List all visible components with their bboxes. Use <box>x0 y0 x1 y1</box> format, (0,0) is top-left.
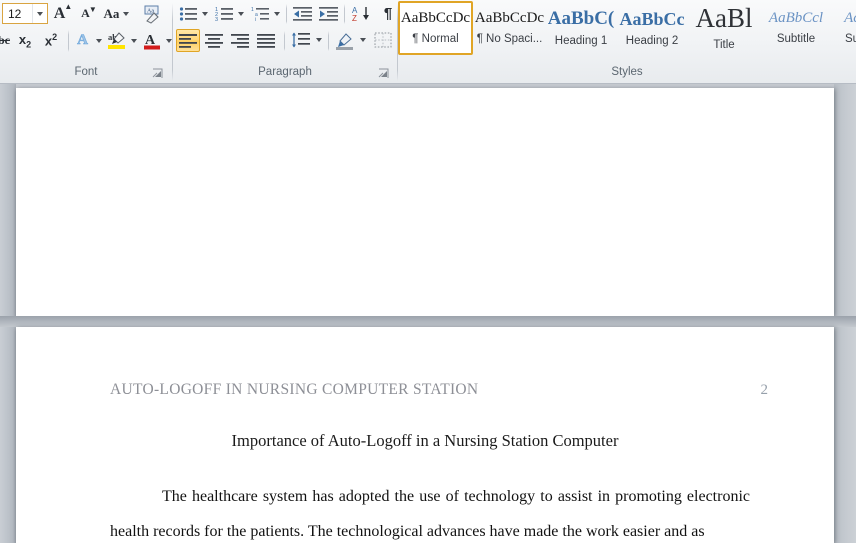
text-effects-chevron-down-icon[interactable] <box>93 32 104 49</box>
borders-icon[interactable] <box>371 29 395 52</box>
style-item[interactable]: AaBbCcDc ¶ No Spaci... <box>473 1 546 55</box>
style-item[interactable]: AaBbCcl Subtitle <box>760 1 832 55</box>
shading-icon[interactable] <box>333 29 357 52</box>
align-center-icon[interactable] <box>202 29 226 52</box>
decrease-indent-icon[interactable] <box>291 3 315 24</box>
justify-icon[interactable] <box>254 29 278 52</box>
canvas-right-gutter <box>834 84 856 543</box>
grow-font-icon[interactable]: A ▲ <box>48 2 73 25</box>
ribbon-group-label-styles: Styles <box>611 66 643 78</box>
document-title: Importance of Auto-Logoff in a Nursing S… <box>231 431 619 450</box>
show-formatting-marks-icon[interactable]: ¶ <box>377 3 399 24</box>
style-preview: AaBbCcDc <box>474 10 545 26</box>
numbering-chevron-down-icon[interactable] <box>235 5 246 22</box>
style-item[interactable]: Ac Su <box>832 1 856 55</box>
font-color-icon[interactable]: A <box>141 29 163 52</box>
text-highlight-color-icon[interactable]: ab <box>106 29 128 52</box>
highlight-chevron-down-icon[interactable] <box>128 32 139 49</box>
style-label: ¶ Normal <box>412 33 459 45</box>
shrink-font-icon[interactable]: A ▼ <box>74 2 97 25</box>
bullets-icon[interactable] <box>177 3 199 24</box>
style-preview: AaBbC( <box>547 8 615 29</box>
line-spacing-chevron-down-icon[interactable] <box>313 31 324 48</box>
sort-icon[interactable]: A Z <box>349 3 373 24</box>
style-label: Title <box>713 39 735 51</box>
superscript-icon[interactable]: x2 <box>40 30 62 51</box>
document-header: AUTO-LOGOFF IN NURSING COMPUTER STATION … <box>16 381 834 399</box>
style-item[interactable]: AaBbCcDc ¶ Normal <box>398 1 473 55</box>
styles-gallery: AaBbCcDc ¶ Normal AaBbCcDc ¶ No Spaci... AaB… <box>398 0 856 57</box>
document-canvas[interactable]: AUTO-LOGOFF IN NURSING COMPUTER STATION … <box>0 84 856 543</box>
ribbon-group-styles: AaBbCcDc ¶ Normal AaBbCcDc ¶ No Spaci... AaB… <box>398 0 856 84</box>
style-label: Heading 2 <box>625 34 679 47</box>
style-preview: Ac <box>844 10 856 26</box>
ribbon-group-paragraph: 1 2 3 1 a i A Z ¶ Paragraph <box>173 0 404 84</box>
style-preview: AaBbCcl <box>768 10 824 26</box>
change-case-icon[interactable]: Aa <box>100 2 133 25</box>
clear-formatting-icon[interactable]: Aa <box>140 2 164 26</box>
font-group-body: 12 A ▲ A ▼ Aa Aa bc x2 x2 A ab A <box>0 0 172 57</box>
ribbon-groups: 12 A ▲ A ▼ Aa Aa bc x2 x2 A ab A Font 1 … <box>0 0 856 84</box>
subscript-icon[interactable]: x2 <box>14 30 36 51</box>
svg-text:i: i <box>255 17 256 22</box>
line-spacing-icon[interactable] <box>289 29 313 52</box>
ribbon-group-label-font: Font <box>74 66 98 78</box>
align-left-icon[interactable] <box>176 29 200 52</box>
svg-text:1: 1 <box>251 7 254 13</box>
style-label: ¶ No Spaci... <box>476 33 543 45</box>
increase-indent-icon[interactable] <box>317 3 341 24</box>
style-item[interactable]: AaBbCc Heading 2 <box>616 1 688 55</box>
text-effects-icon[interactable]: A <box>72 30 93 51</box>
multilevel-list-chevron-down-icon[interactable] <box>271 5 282 22</box>
svg-text:3: 3 <box>215 17 218 22</box>
bullets-chevron-down-icon[interactable] <box>199 5 210 22</box>
svg-text:Z: Z <box>352 14 357 22</box>
canvas-left-gutter <box>0 84 16 543</box>
multilevel-list-icon[interactable]: 1 a i <box>249 3 271 24</box>
style-preview: AaBbCc <box>619 8 685 29</box>
style-label: Su <box>844 33 856 45</box>
chevron-down-icon[interactable] <box>32 4 47 23</box>
shading-chevron-down-icon[interactable] <box>357 31 368 48</box>
style-label: Heading 1 <box>554 35 608 47</box>
paragraph-dialog-launcher-icon[interactable] <box>377 67 390 80</box>
ribbon: 12 A ▲ A ▼ Aa Aa bc x2 x2 A ab A Font 1 … <box>0 0 856 84</box>
document-paragraph[interactable]: The healthcare system has adopted the us… <box>110 479 750 543</box>
document-page-2[interactable]: AUTO-LOGOFF IN NURSING COMPUTER STATION … <box>16 327 834 543</box>
font-dialog-launcher-icon[interactable] <box>151 67 164 80</box>
style-preview: AaBl <box>695 3 753 33</box>
document-page-1[interactable] <box>16 88 834 316</box>
font-size-combo[interactable]: 12 <box>2 3 48 24</box>
strikethrough-icon[interactable]: abc <box>0 30 12 51</box>
style-item[interactable]: AaBl Title <box>688 1 760 55</box>
numbering-icon[interactable]: 1 2 3 <box>213 3 235 24</box>
ribbon-group-font: 12 A ▲ A ▼ Aa Aa bc x2 x2 A ab A Font <box>0 0 172 84</box>
font-size-input[interactable]: 12 <box>3 7 32 21</box>
page-break-gap <box>0 316 856 327</box>
page-number: 2 <box>760 382 769 398</box>
running-head-text: AUTO-LOGOFF IN NURSING COMPUTER STATION <box>110 381 479 398</box>
style-label: Subtitle <box>776 33 816 45</box>
style-preview: AaBbCcDc <box>400 10 471 26</box>
ribbon-group-label-paragraph: Paragraph <box>258 66 312 78</box>
styles-strip: AaBbCcDc ¶ Normal AaBbCcDc ¶ No Spaci... AaB… <box>398 1 856 55</box>
paragraph-group-body: 1 2 3 1 a i A Z ¶ <box>173 0 404 57</box>
style-item[interactable]: AaBbC( Heading 1 <box>546 1 616 55</box>
align-right-icon[interactable] <box>228 29 252 52</box>
